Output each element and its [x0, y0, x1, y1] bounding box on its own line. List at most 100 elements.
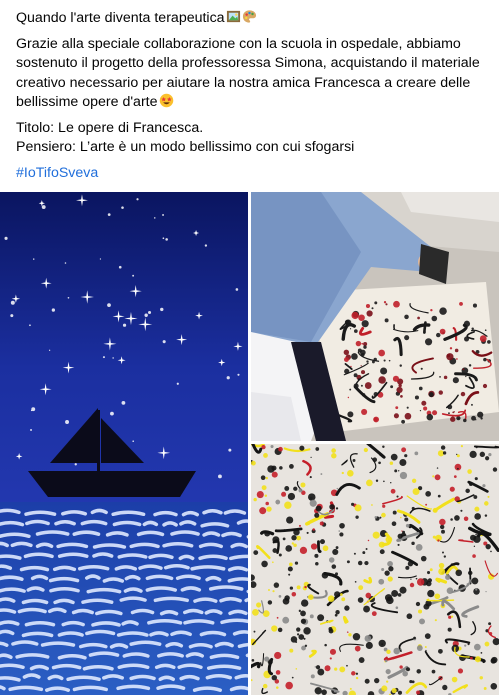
paint-drop: [416, 690, 420, 695]
paint-drop: [375, 479, 379, 482]
paint-drop: [426, 570, 431, 575]
paint-drop: [314, 553, 319, 558]
paint-drop: [475, 446, 478, 449]
paint-drop: [288, 573, 291, 576]
paint-drop: [472, 303, 477, 308]
wave-stroke: [147, 619, 183, 625]
paint-drop: [431, 669, 436, 674]
paint-drop: [276, 686, 279, 689]
wave-stroke: [35, 530, 70, 536]
paint-drop: [390, 488, 396, 494]
paint-drop: [320, 473, 323, 475]
paint-drop: [399, 471, 408, 480]
paint-drop: [335, 507, 339, 510]
paint-drop: [475, 588, 478, 591]
post-thought: Pensiero: L’arte è un modo bellissimo co…: [16, 139, 355, 155]
star-dot: [132, 274, 135, 277]
paint-drop: [485, 591, 487, 593]
paint-drop: [398, 470, 400, 472]
paint-drop: [457, 668, 464, 674]
paint-drop: [259, 507, 267, 515]
paint-drop: [440, 445, 446, 450]
paint-drop: [475, 533, 477, 536]
paint-drop: [382, 504, 386, 508]
wave-stroke: [157, 652, 184, 658]
wave-stroke: [49, 586, 80, 593]
hashtag-link[interactable]: #IoTifoSveva: [16, 164, 483, 184]
paint-drop: [271, 471, 278, 478]
star-dot: [121, 206, 124, 209]
paint-drop: [393, 413, 399, 419]
paint-drop: [289, 648, 294, 653]
star-dot: [102, 356, 105, 359]
paint-drop: [264, 656, 270, 662]
wave-stroke: [158, 675, 175, 682]
wave-stroke: [219, 597, 242, 603]
paint-drop: [296, 633, 300, 636]
paint-drop: [471, 403, 473, 406]
photo-splatter-painting-closeup[interactable]: [251, 444, 499, 695]
paint-drop: [438, 648, 443, 654]
paint-drop: [266, 506, 272, 512]
wave-stroke: [0, 653, 13, 659]
paint-drop: [355, 340, 362, 347]
paint-drop: [391, 688, 397, 694]
wave-stroke: [221, 531, 242, 538]
paint-drop: [367, 539, 370, 542]
paint-drop: [390, 453, 398, 461]
paint-drop: [300, 610, 306, 617]
paint-drop: [304, 585, 307, 589]
wave-stroke: [165, 641, 184, 648]
star-dot: [118, 265, 122, 269]
wave-stroke: [23, 552, 54, 559]
wave-stroke: [85, 574, 101, 580]
paint-drop: [404, 412, 412, 420]
wave-stroke: [227, 577, 248, 583]
photo-child-painting[interactable]: [251, 192, 499, 441]
post-title: Quando l'arte diventa terapeutica: [16, 9, 483, 29]
paint-drop: [339, 522, 345, 529]
star-dot: [144, 313, 148, 317]
paint-drop: [355, 672, 359, 675]
paint-drop: [406, 667, 410, 672]
wave-stroke: [163, 563, 190, 570]
wave-stroke: [205, 673, 232, 680]
star-dot: [10, 300, 15, 305]
paint-drop: [381, 512, 386, 518]
wave-stroke: [130, 608, 155, 615]
paint-drop: [437, 494, 441, 498]
paint-drop: [321, 689, 327, 695]
paint-drop: [284, 486, 290, 491]
paint-drop: [482, 484, 486, 488]
paint-drop: [338, 530, 341, 532]
paint-drop: [303, 627, 311, 635]
paint-drop: [335, 610, 340, 615]
star-dot: [51, 308, 55, 312]
paint-drop: [296, 535, 301, 541]
paint-drop: [480, 652, 483, 654]
star-dot: [41, 205, 46, 209]
star-dot: [154, 217, 156, 219]
paint-drop: [331, 448, 336, 453]
star-dot: [74, 463, 77, 466]
wave-stroke: [95, 609, 123, 616]
paint-drop: [484, 329, 487, 332]
paint-drop: [424, 633, 431, 640]
paint-drop: [427, 589, 435, 598]
paint-drop: [417, 316, 420, 320]
photo-grid: [0, 192, 499, 695]
paint-drop: [293, 486, 298, 491]
star-dot: [65, 420, 70, 424]
wave-stroke: [119, 596, 147, 602]
paint-drop: [453, 411, 455, 413]
paint-drop: [395, 406, 399, 410]
paint-drop: [474, 643, 481, 651]
wave-stroke: [0, 554, 22, 560]
wave-stroke: [72, 685, 108, 692]
paint-drop: [463, 320, 471, 327]
photo-night-sky-boat-painting[interactable]: [0, 192, 248, 695]
paint-drop: [276, 616, 279, 619]
paint-drop: [353, 552, 356, 555]
paint-drop: [340, 593, 343, 596]
paint-drop: [374, 516, 378, 519]
